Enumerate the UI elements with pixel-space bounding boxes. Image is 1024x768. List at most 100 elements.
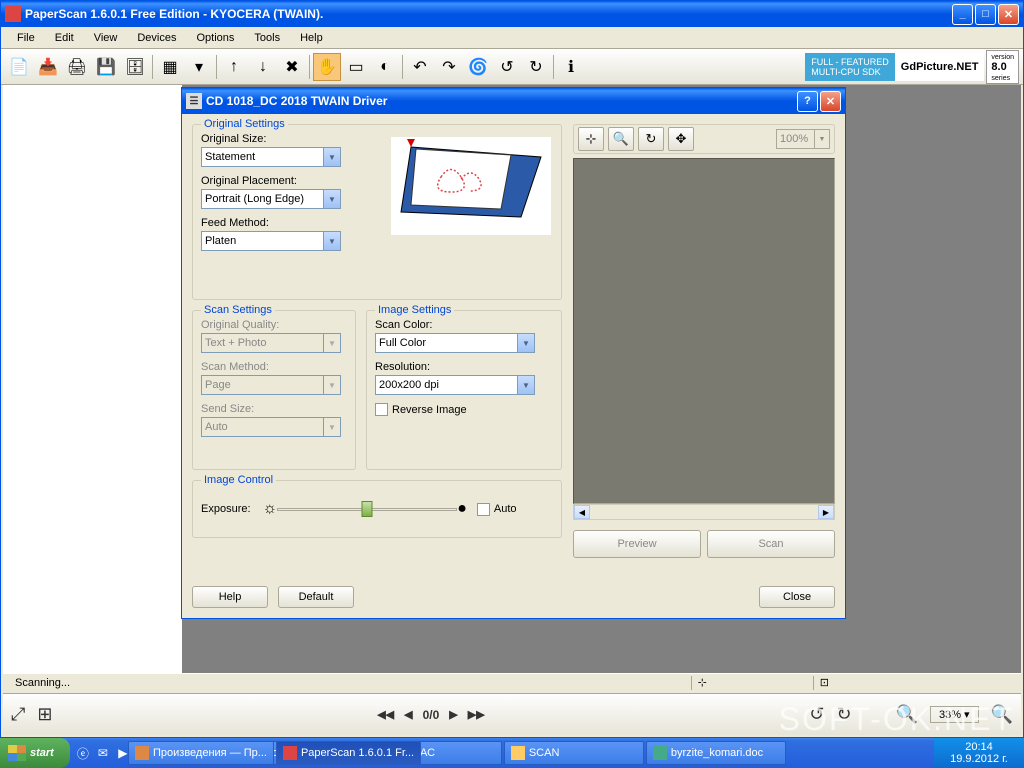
preview-button[interactable]: Preview xyxy=(573,530,701,558)
help-button[interactable]: Help xyxy=(192,586,268,608)
undo-icon[interactable]: ↺ xyxy=(493,53,521,81)
original-settings-legend: Original Settings xyxy=(201,118,288,130)
auto-label: Auto xyxy=(494,503,517,515)
rotate-cw-icon[interactable]: ↻ xyxy=(836,704,851,725)
task-item[interactable]: SCAN xyxy=(504,741,644,765)
menu-view[interactable]: View xyxy=(84,30,128,46)
exposure-slider[interactable] xyxy=(277,499,457,519)
status-marker-1: ⊹ xyxy=(692,676,713,689)
fast-forward-icon[interactable]: ▶▶ xyxy=(468,708,485,721)
menu-devices[interactable]: Devices xyxy=(127,30,186,46)
redo-icon[interactable]: ↻ xyxy=(522,53,550,81)
minimize-button[interactable]: _ xyxy=(952,4,973,25)
quality-select: Text + Photo▼ xyxy=(201,333,341,353)
select-lasso-icon[interactable]: ◐ xyxy=(371,53,399,81)
resolution-label: Resolution: xyxy=(375,361,553,373)
brightness-low-icon: ☼ xyxy=(263,500,278,518)
app-icon xyxy=(5,6,21,22)
move-up-icon[interactable]: ↑ xyxy=(220,53,248,81)
rotate-ccw-icon[interactable]: ↺ xyxy=(809,704,824,725)
fast-rewind-icon[interactable]: ◀◀ xyxy=(377,708,394,721)
scan-button[interactable]: Scan xyxy=(707,530,835,558)
preview-zoom-select[interactable]: 100%▼ xyxy=(776,129,830,149)
preview-scrollbar[interactable]: ◀ ▶ xyxy=(573,504,835,520)
print-icon[interactable]: 🖨 xyxy=(63,53,91,81)
task-item-active[interactable]: PaperScan 1.6.0.1 Fr... xyxy=(276,741,421,765)
default-button[interactable]: Default xyxy=(278,586,354,608)
original-size-select[interactable]: Statement▼ xyxy=(201,147,341,167)
zoom-level[interactable]: 33% ▾ xyxy=(930,706,979,723)
scroll-left-icon[interactable]: ◀ xyxy=(574,505,590,519)
import-icon[interactable]: 📥 xyxy=(34,53,62,81)
ad-banner[interactable]: FULL - FEATUREDMULTI-CPU SDK GdPicture.N… xyxy=(805,53,1019,81)
word-icon xyxy=(653,746,667,760)
select-rect-icon[interactable]: ▭ xyxy=(342,53,370,81)
scan-settings-group: Scan Settings Original Quality: Text + P… xyxy=(192,310,356,470)
menu-options[interactable]: Options xyxy=(186,30,244,46)
hand-tool-icon[interactable]: ✋ xyxy=(313,53,341,81)
slider-thumb[interactable] xyxy=(362,501,373,517)
quality-label: Original Quality: xyxy=(201,319,347,331)
scroll-right-icon[interactable]: ▶ xyxy=(818,505,834,519)
crop-icon[interactable]: ⊹ xyxy=(578,127,604,151)
task-item[interactable]: Произведения — Пр... xyxy=(128,741,274,765)
main-titlebar: PaperScan 1.6.0.1 Free Edition - KYOCERA… xyxy=(1,1,1023,27)
close-button[interactable]: ✕ xyxy=(998,4,1019,25)
scan-color-label: Scan Color: xyxy=(375,319,553,331)
outlook-icon[interactable]: ✉ xyxy=(94,744,112,762)
start-button[interactable]: start xyxy=(0,738,70,768)
dropdown-icon[interactable]: ▾ xyxy=(185,53,213,81)
folder-icon xyxy=(511,746,525,760)
zoom-out-icon[interactable]: 🔍 xyxy=(896,704,918,725)
dialog-close-button[interactable]: ✕ xyxy=(820,91,841,112)
dialog-titlebar: ☰ CD 1018_DC 2018 TWAIN Driver ? ✕ xyxy=(182,88,845,114)
original-placement-select[interactable]: Portrait (Long Edge)▼ xyxy=(201,189,341,209)
zoom-in-icon[interactable]: 🔍 xyxy=(991,704,1013,725)
bottombar: ⤢ ⊞ ◀◀ ◀ 0/0 ▶ ▶▶ ↺ ↻ 🔍 33% ▾ 🔍 xyxy=(3,693,1021,735)
system-tray[interactable]: 20:14 19.9.2012 г. xyxy=(934,738,1024,768)
menu-help[interactable]: Help xyxy=(290,30,333,46)
scan-color-select[interactable]: Full Color▼ xyxy=(375,333,535,353)
rotate-icon[interactable]: ↻ xyxy=(638,127,664,151)
reverse-image-label: Reverse Image xyxy=(392,404,467,416)
chevron-down-icon: ▼ xyxy=(814,130,829,148)
image-settings-group: Image Settings Scan Color: Full Color▼ R… xyxy=(366,310,562,470)
chevron-down-icon: ▼ xyxy=(323,148,340,166)
rotate-right-icon[interactable]: ↷ xyxy=(435,53,463,81)
send-size-label: Send Size: xyxy=(201,403,347,415)
acquire-icon[interactable]: 📄 xyxy=(5,53,33,81)
feed-method-select[interactable]: Platen▼ xyxy=(201,231,341,251)
fit-width-icon[interactable]: ⤢ xyxy=(11,704,25,725)
filter-icon[interactable]: 🌀 xyxy=(464,53,492,81)
menu-file[interactable]: File xyxy=(7,30,45,46)
dialog-help-button[interactable]: ? xyxy=(797,91,818,112)
move-icon[interactable]: ✥ xyxy=(668,127,694,151)
zoom-icon[interactable]: 🔍 xyxy=(608,127,634,151)
close-dialog-button[interactable]: Close xyxy=(759,586,835,608)
ie-icon[interactable]: ⓔ xyxy=(74,744,92,762)
reverse-image-checkbox[interactable]: Reverse Image xyxy=(375,403,553,416)
menu-tools[interactable]: Tools xyxy=(244,30,290,46)
prev-page-icon[interactable]: ◀ xyxy=(404,708,412,721)
chevron-down-icon: ▼ xyxy=(323,190,340,208)
task-item[interactable]: byrzite_komari.doc xyxy=(646,741,786,765)
save-icon[interactable]: 💾 xyxy=(92,53,120,81)
info-icon[interactable]: ℹ xyxy=(557,53,585,81)
auto-exposure-checkbox[interactable]: Auto xyxy=(477,503,517,516)
maximize-button[interactable]: □ xyxy=(975,4,996,25)
chevron-down-icon: ▼ xyxy=(323,232,340,250)
rotate-left-icon[interactable]: ↶ xyxy=(406,53,434,81)
fit-page-icon[interactable]: ⊞ xyxy=(37,704,52,725)
move-down-icon[interactable]: ↓ xyxy=(249,53,277,81)
delete-icon[interactable]: ✖ xyxy=(278,53,306,81)
next-page-icon[interactable]: ▶ xyxy=(449,708,457,721)
chevron-down-icon: ▼ xyxy=(323,376,340,394)
thumbnails-icon[interactable]: ▦ xyxy=(156,53,184,81)
image-control-group: Image Control Exposure: ☼ ● Auto xyxy=(192,480,562,538)
resolution-select[interactable]: 200x200 dpi▼ xyxy=(375,375,535,395)
menu-edit[interactable]: Edit xyxy=(45,30,84,46)
chevron-down-icon: ▼ xyxy=(323,334,340,352)
twain-driver-dialog: ☰ CD 1018_DC 2018 TWAIN Driver ? ✕ Origi… xyxy=(181,87,846,619)
chevron-down-icon: ▼ xyxy=(517,376,534,394)
save-all-icon[interactable]: 🗄 xyxy=(121,53,149,81)
